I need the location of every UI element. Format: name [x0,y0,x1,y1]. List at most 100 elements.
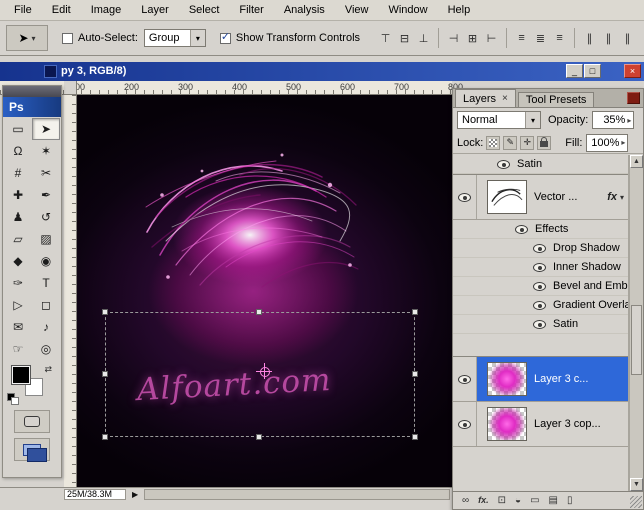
layer-thumbnail[interactable] [487,362,527,396]
reference-point-icon[interactable] [256,363,272,379]
panel-menu-button[interactable] [627,92,640,104]
visibility-toggle[interactable] [453,175,477,219]
transform-handle[interactable] [256,309,262,315]
distribute-left-edges[interactable]: ∥ [580,29,599,48]
menu-item-filter[interactable]: Filter [229,1,273,19]
magic-wand-tool[interactable]: ✶ [32,140,60,162]
transform-handle[interactable] [102,434,108,440]
blend-mode-dropdown[interactable]: Normal ▾ [457,111,541,129]
layer-thumbnail[interactable] [487,407,527,441]
vertical-ruler[interactable] [64,95,77,487]
layer-effect-row[interactable]: Inner Shadow [453,258,628,277]
layer-effect-row[interactable]: Bevel and Emboss [453,277,628,296]
eye-icon[interactable] [533,263,546,272]
chevron-down-icon[interactable]: ▾ [190,30,205,46]
distribute-vertical-centers[interactable]: ≣ [531,29,550,48]
menu-item-help[interactable]: Help [438,1,481,19]
photoshop-logo[interactable]: Ps [3,97,61,117]
lasso-tool[interactable]: Ω [4,140,32,162]
spinner-arrow-icon[interactable]: ▸ [627,116,631,125]
eraser-tool[interactable]: ▱ [4,228,32,250]
current-tool-button[interactable]: ➤ ▾ [6,25,48,51]
visibility-toggle[interactable] [453,357,477,401]
transform-bounding-box[interactable] [105,312,415,437]
menu-item-analysis[interactable]: Analysis [274,1,335,19]
menu-item-image[interactable]: Image [81,1,132,19]
layer-thumbnail[interactable] [487,180,527,214]
menu-item-window[interactable]: Window [378,1,437,19]
fill-field[interactable]: 100% ▸ [586,134,628,152]
chevron-down-icon[interactable]: ▾ [525,112,540,128]
minimize-button[interactable]: _ [566,64,583,78]
align-bottom-edges[interactable]: ⊥ [414,29,433,48]
crop-tool[interactable]: # [4,162,32,184]
add-layer-mask-icon[interactable]: ⊡ [498,496,506,506]
delete-layer-icon[interactable]: ▯ [567,496,573,506]
layer-effect-row[interactable]: Gradient Overlay [453,296,628,315]
tab-tool-presets[interactable]: Tool Presets [518,92,595,107]
transform-handle[interactable] [412,309,418,315]
scroll-up-icon[interactable]: ▲ [630,155,643,168]
horizontal-scrollbar[interactable] [144,489,450,500]
close-button[interactable]: × [624,64,641,78]
brush-tool[interactable]: ✒ [32,184,60,206]
new-adjustment-layer-icon[interactable]: ◒ [515,496,521,506]
transform-handle[interactable] [412,371,418,377]
eye-icon[interactable] [497,160,510,169]
status-menu-arrow-icon[interactable]: ▶ [132,490,138,499]
rectangular-marquee-tool[interactable]: ▭ [4,118,32,140]
lock-position-button[interactable]: ✛ [520,136,534,150]
align-left-edges[interactable]: ⊣ [444,29,463,48]
eye-icon[interactable] [533,301,546,310]
layer-effect-row[interactable]: Satin [453,155,628,174]
zoom-tool[interactable]: ◎ [32,338,60,360]
lock-image-pixels-button[interactable]: ✎ [503,136,517,150]
align-horizontal-centers[interactable]: ⊞ [463,29,482,48]
type-tool[interactable]: T [32,272,60,294]
dodge-tool[interactable]: ◉ [32,250,60,272]
eye-icon[interactable] [533,282,546,291]
distribute-right-edges[interactable]: ∥ [618,29,637,48]
effects-header-row[interactable]: Effects [453,220,628,239]
layer-name[interactable]: Layer 3 cop... [534,418,601,430]
opacity-field[interactable]: 35% ▸ [592,111,634,129]
menu-item-view[interactable]: View [335,1,379,19]
blur-tool[interactable]: ◆ [4,250,32,272]
default-colors-icon[interactable] [7,393,17,403]
vertical-scrollbar[interactable]: ▲ ▼ [629,155,643,491]
toolbox-titlebar[interactable] [3,86,61,97]
menu-item-select[interactable]: Select [179,1,230,19]
clone-stamp-tool[interactable]: ♟ [4,206,32,228]
slice-tool[interactable]: ✂ [32,162,60,184]
auto-select-scope-dropdown[interactable]: Group ▾ [144,29,206,47]
visibility-toggle[interactable] [453,402,477,446]
resize-grip[interactable] [630,496,642,508]
layer-row-copy[interactable]: Layer 3 cop... [453,402,628,447]
auto-select-checkbox[interactable] [62,33,73,44]
align-vertical-centers[interactable]: ⊟ [395,29,414,48]
eye-icon[interactable] [533,320,546,329]
transform-handle[interactable] [102,309,108,315]
audio-annotation-tool[interactable]: ♪ [32,316,60,338]
lock-all-button[interactable] [537,136,551,150]
lock-transparent-pixels-button[interactable] [486,136,500,150]
foreground-color-swatch[interactable] [12,366,30,384]
gradient-tool[interactable]: ▨ [32,228,60,250]
scroll-down-icon[interactable]: ▼ [630,478,643,491]
document-titlebar[interactable]: py 3, RGB/8) _ □ × [0,62,644,81]
distribute-bottom-edges[interactable]: ≡ [550,29,569,48]
distribute-top-edges[interactable]: ≡ [512,29,531,48]
transform-handle[interactable] [256,434,262,440]
history-brush-tool[interactable]: ↺ [32,206,60,228]
swap-colors-icon[interactable]: ⇄ [44,364,52,375]
screen-mode-button[interactable] [14,438,50,461]
new-layer-icon[interactable]: ▤ [549,496,558,506]
spinner-arrow-icon[interactable]: ▸ [621,138,625,147]
collapse-effects-icon[interactable]: ▾ [620,193,624,202]
layer-name[interactable]: Vector ... [534,191,577,203]
link-layers-icon[interactable]: ∞ [462,496,469,506]
layer-row-vector[interactable]: Vector ... fx ▾ [453,175,628,220]
canvas[interactable]: Alfoart.com [77,95,452,487]
move-tool[interactable]: ➤ [32,118,60,140]
layer-row-selected[interactable]: Layer 3 c... [453,357,628,402]
